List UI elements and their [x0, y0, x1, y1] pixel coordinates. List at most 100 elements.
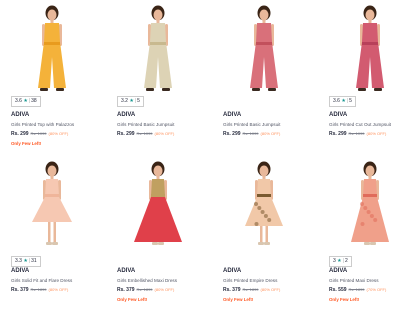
model-neck — [262, 176, 266, 179]
star-icon: ★ — [337, 258, 342, 264]
price-current: Rs. 379 — [117, 287, 135, 293]
floral-print-mark — [260, 210, 265, 214]
product-card[interactable]: 3.6 ★|5 ADIVA Girls Printed Cut Out Jumpsu… — [320, 0, 400, 156]
product-grid: 3.6 ★ | 38 ADIVA Girls Printed Top with Pala… — [0, 0, 400, 312]
model-neck — [262, 20, 266, 23]
model-neck — [156, 176, 160, 179]
price-current: Rs. 559 — [329, 287, 347, 293]
product-price: Rs. 299 Rs. 1099 (80% OFF) — [329, 131, 386, 137]
product-image[interactable] — [8, 158, 96, 250]
model-leg-left — [260, 226, 263, 242]
discount-percent: (80% OFF) — [260, 287, 281, 292]
price-current: Rs. 299 — [223, 131, 241, 137]
discount-percent: (80% OFF) — [260, 131, 281, 136]
star-icon: ★ — [23, 98, 28, 104]
product-image[interactable] — [114, 2, 202, 94]
product-card[interactable]: 3.2 ★|5 ADIVA Girls Printed Basic Jumpsuit… — [108, 0, 208, 156]
product-image[interactable] — [220, 158, 308, 250]
dress-belt — [363, 194, 377, 197]
price-current: Rs. 379 — [11, 287, 29, 293]
stock-status: Only Few Left! — [223, 297, 254, 302]
shoe-left — [252, 88, 260, 91]
model-head — [257, 5, 271, 21]
product-image[interactable] — [326, 158, 400, 250]
discount-percent: (80% OFF) — [48, 287, 69, 292]
model-neck — [50, 176, 54, 179]
rating-divider: | — [28, 258, 31, 264]
outfit-pants — [356, 42, 384, 88]
dress-skirt — [32, 197, 72, 222]
rating-count: 2 — [344, 258, 348, 264]
product-card[interactable]: 3.3 ★|31 ADIVA Girls Solid Fit and Flare D… — [2, 156, 102, 312]
model-neck — [156, 20, 160, 23]
model-neck — [50, 20, 54, 23]
product-name: Girls Printed Cut Out Jumpsuit — [329, 122, 392, 127]
rating-count: 31 — [31, 258, 37, 264]
price-current: Rs. 379 — [223, 287, 241, 293]
dress-skirt — [134, 197, 182, 242]
price-mrp: Rs. 1899 — [30, 287, 47, 292]
shoe-left — [258, 242, 264, 245]
product-price: Rs. 559 Rs. 1899 (70% OFF) — [329, 287, 386, 293]
shoe-left — [364, 242, 370, 245]
outfit-top — [44, 23, 60, 42]
floral-print-mark — [267, 218, 272, 222]
rating-divider: | — [134, 98, 137, 104]
product-brand: ADIVA — [117, 268, 136, 274]
floral-print-mark — [263, 214, 268, 218]
star-icon: ★ — [341, 98, 346, 104]
product-image[interactable] — [326, 2, 400, 94]
dress-bodice — [363, 179, 377, 196]
product-image[interactable] — [8, 2, 96, 94]
outfit-top — [362, 23, 378, 42]
shoe-right — [374, 88, 382, 91]
product-card[interactable]: 3 ★|2 ADIVA Girls Printed Maxi Dress Rs. 55… — [320, 156, 400, 312]
outfit-waistband — [362, 42, 378, 45]
model-leg-left — [48, 222, 51, 242]
rating-value: 3.2 — [121, 98, 128, 104]
shoe-left — [152, 242, 158, 245]
product-price: Rs. 379 Rs. 1899 (80% OFF) — [11, 287, 68, 293]
product-image[interactable] — [220, 2, 308, 94]
product-card[interactable]: ADIVA Girls Printed Basic Jumpsuit Rs. 299… — [214, 0, 314, 156]
product-brand: ADIVA — [329, 112, 348, 118]
price-mrp: Rs. 1899 — [136, 287, 153, 292]
model-neck — [368, 20, 372, 23]
outfit-top — [150, 23, 166, 42]
dress-belt — [45, 194, 59, 197]
product-image[interactable] — [114, 158, 202, 250]
product-brand: ADIVA — [329, 268, 348, 274]
rating-badge: 3 ★|2 — [329, 256, 352, 267]
shoe-right — [52, 242, 58, 245]
rating-value: 3.6 — [333, 98, 340, 104]
product-name: Girls Printed Top with Palazzos — [11, 122, 75, 127]
outfit-pants — [38, 42, 66, 88]
model-head — [363, 161, 377, 177]
discount-percent: (80% OFF) — [154, 131, 175, 136]
stock-status: Only Few Left! — [329, 297, 360, 302]
discount-percent: (80% OFF) — [366, 131, 387, 136]
price-mrp: Rs. 1099 — [242, 131, 259, 136]
product-brand: ADIVA — [223, 112, 242, 118]
model-head — [257, 161, 271, 177]
product-brand: ADIVA — [223, 268, 242, 274]
outfit-waistband — [44, 42, 60, 45]
product-card[interactable]: 3.6 ★|38 ADIVA Girls Printed Top with Pala… — [2, 0, 102, 156]
product-price: Rs. 299 Rs. 1099 (80% OFF) — [11, 131, 68, 137]
product-card[interactable]: ADIVA Girls Embellished Maxi Dress Rs. 379… — [108, 156, 208, 312]
product-name: Girls Embellished Maxi Dress — [117, 278, 177, 283]
rating-count: 5 — [349, 98, 352, 104]
product-name: Girls Printed Empire Dress — [223, 278, 278, 283]
discount-percent: (70% OFF) — [366, 287, 387, 292]
product-name: Girls Printed Basic Jumpsuit — [223, 122, 281, 127]
model-neck — [368, 176, 372, 179]
floral-print-mark — [257, 206, 262, 210]
product-card[interactable]: ADIVA Girls Printed Empire Dress Rs. 379 Rs… — [214, 156, 314, 312]
product-price: Rs. 379 Rs. 1899 (80% OFF) — [117, 287, 174, 293]
rating-count: 38 — [31, 98, 37, 104]
shoe-right — [268, 88, 276, 91]
model-leg-right — [53, 222, 56, 242]
floral-print-mark — [363, 206, 368, 210]
outfit-waistband — [256, 42, 272, 45]
product-name: Girls Printed Basic Jumpsuit — [117, 122, 175, 127]
